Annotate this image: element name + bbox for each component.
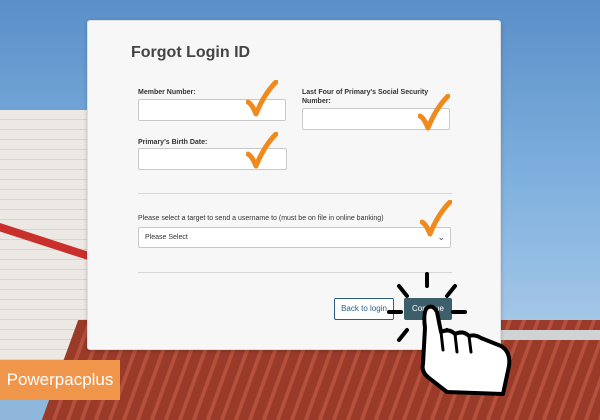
target-label: Please select a target to send a usernam… (138, 215, 384, 222)
checkmark-icon (418, 94, 450, 131)
target-select-value: Please Select (145, 234, 188, 241)
ssn-label-line1: Last Four of Primary's Social Security (302, 89, 429, 96)
divider-top (138, 193, 452, 194)
watermark-label: Powerpacplus (0, 360, 120, 400)
ssn-label-line2: Number: (302, 98, 331, 105)
ssn-label: Last Four of Primary's Social Security N… (302, 88, 428, 106)
hand-pointer-icon (387, 272, 512, 396)
target-select[interactable]: Please Select ⌄ (138, 227, 451, 248)
member-number-label: Member Number: (138, 89, 196, 96)
checkmark-icon (246, 80, 278, 117)
checkmark-icon (420, 200, 452, 237)
birth-date-label: Primary's Birth Date: (138, 139, 208, 146)
checkmark-icon (246, 132, 278, 169)
page-title: Forgot Login ID (131, 44, 251, 61)
